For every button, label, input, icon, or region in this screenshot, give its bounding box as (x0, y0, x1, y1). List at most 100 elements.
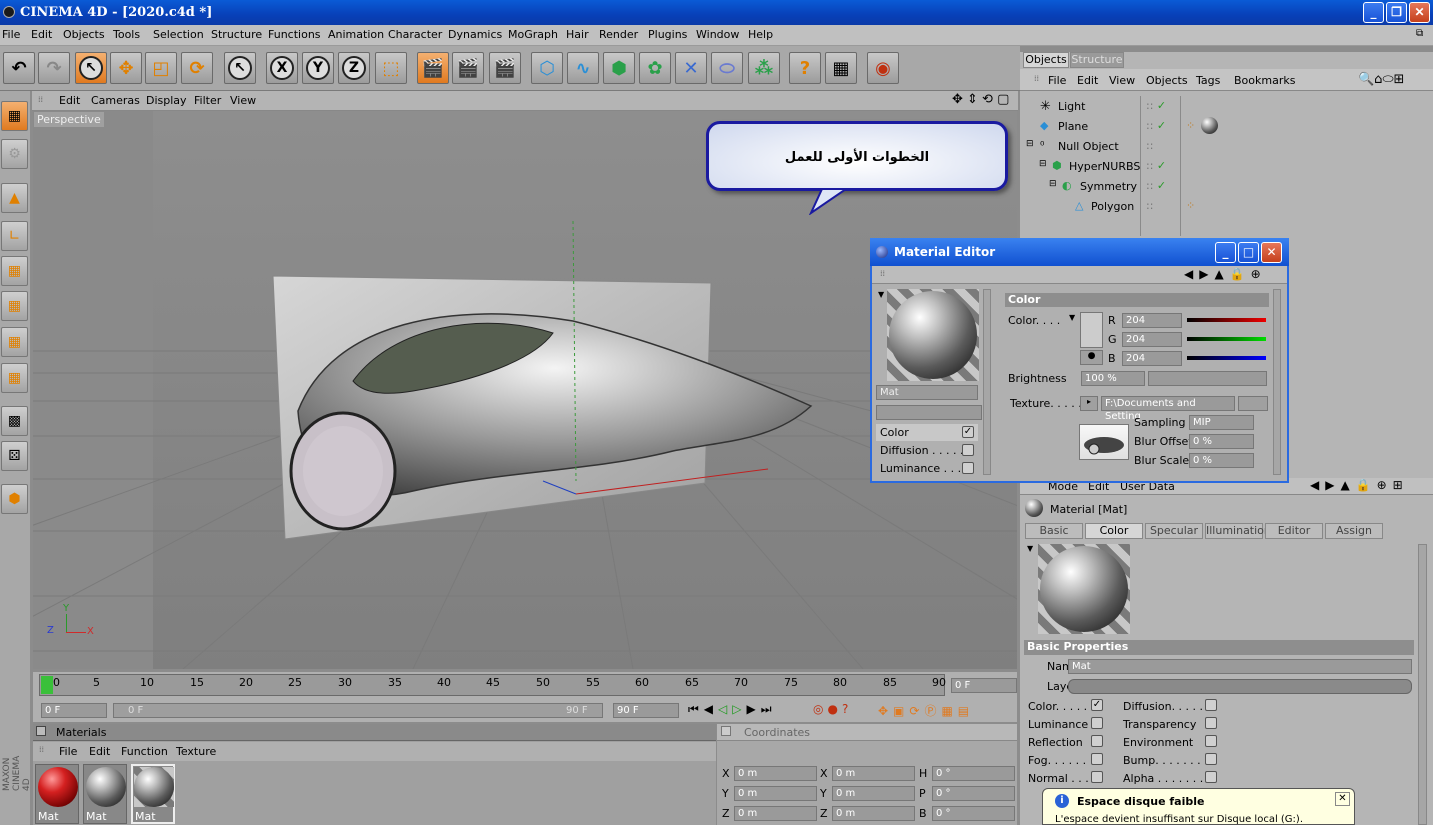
select-tool-icon[interactable]: ↖ (75, 52, 107, 84)
menu-render[interactable]: Render (599, 28, 638, 41)
rotate-tool-icon[interactable]: ⟳ (181, 52, 213, 84)
menu-mograph[interactable]: MoGraph (508, 28, 558, 41)
me-close-button[interactable]: ✕ (1261, 242, 1282, 263)
tab-objects[interactable]: Objects (1023, 52, 1069, 68)
content-browser-icon[interactable]: ▦ (825, 52, 857, 84)
expand-icon[interactable]: ⊟ (1039, 159, 1047, 169)
me-maximize-button[interactable]: □ (1238, 242, 1259, 263)
record-controls[interactable]: ◎●? (813, 702, 852, 716)
texture-menu-button[interactable]: ▸ (1080, 396, 1098, 411)
camera-light-icon[interactable]: ⁂ (748, 52, 780, 84)
render-region-icon[interactable]: 🎬 (452, 52, 484, 84)
tab-assign[interactable]: Assign (1325, 523, 1383, 539)
menu-help[interactable]: Help (748, 28, 773, 41)
material-editor-titlebar[interactable]: Material Editor _ □ ✕ (870, 238, 1289, 266)
obj-menu-edit[interactable]: Edit (1077, 74, 1098, 87)
attr-scrollbar[interactable] (1418, 544, 1427, 825)
menu-plugins[interactable]: Plugins (648, 28, 687, 41)
tab-color[interactable]: Color (1085, 523, 1143, 539)
menu-selection[interactable]: Selection (153, 28, 204, 41)
menu-edit[interactable]: Edit (31, 28, 52, 41)
expand-icon[interactable]: ⊟ (1026, 139, 1034, 149)
collapse-arrow-icon[interactable]: ▼ (878, 290, 884, 299)
use-model-icon[interactable]: ▦ (1, 101, 28, 131)
menu-structure[interactable]: Structure (211, 28, 262, 41)
me-channel-row-selected[interactable]: Color ✓ (876, 424, 978, 441)
animation-mode-icon[interactable]: ▦ (1, 363, 28, 393)
me-left-scrollbar[interactable] (983, 289, 991, 475)
material-swatch[interactable]: Mat (83, 764, 127, 824)
materials-menu-texture[interactable]: Texture (176, 745, 216, 758)
me-dropdown[interactable] (876, 405, 982, 420)
spline-icon[interactable]: ∿ (567, 52, 599, 84)
tree-row[interactable]: ◆ Plane :: ✓ ⁘ (1020, 117, 1433, 136)
texture-path-field[interactable]: F:\Documents and Setting (1101, 396, 1235, 422)
size-y-field[interactable]: 0 m (832, 786, 915, 801)
channel-checkbox[interactable]: ✓ (1091, 699, 1103, 711)
me-minimize-button[interactable]: _ (1215, 242, 1236, 263)
tree-row[interactable]: ⊟ ⁰ Null Object :: (1020, 138, 1433, 156)
b-slider[interactable] (1187, 356, 1266, 360)
polygons-mode-icon[interactable]: ▦ (1, 256, 28, 286)
texture-axis-icon[interactable]: ▦ (1, 327, 28, 357)
position-y-field[interactable]: 0 m (734, 786, 817, 801)
obj-menu-bookmarks[interactable]: Bookmarks (1234, 74, 1295, 87)
restore-button[interactable]: ❐ (1386, 2, 1407, 23)
tab-illumination[interactable]: Illumination (1205, 523, 1271, 539)
notification-close-icon[interactable]: ✕ (1335, 792, 1350, 806)
channel-checkbox[interactable] (1205, 771, 1217, 783)
use-object-icon[interactable]: ⚙ (1, 139, 28, 169)
visibility-dots[interactable]: :: (1146, 139, 1153, 152)
viewport-menu-filter[interactable]: Filter (194, 94, 221, 107)
start-frame-field[interactable]: 0 F (41, 703, 107, 718)
menu-objects[interactable]: Objects (63, 28, 105, 41)
coordinate-system-icon[interactable]: ⬚ (375, 52, 407, 84)
channel-checkbox[interactable] (1205, 735, 1217, 747)
viewport-menu-edit[interactable]: Edit (59, 94, 80, 107)
tab-editor[interactable]: Editor (1265, 523, 1323, 539)
me-channel-row[interactable]: Diffusion . . . . . (876, 442, 978, 459)
material-swatch[interactable]: Mat (35, 764, 79, 824)
channel-checkbox[interactable] (1091, 771, 1103, 783)
channel-check-row[interactable]: Diffusion. . . . . . (1123, 699, 1313, 717)
menu-file[interactable]: File (2, 28, 20, 41)
move-tool-icon[interactable]: ✥ (110, 52, 142, 84)
array-icon[interactable]: ✿ (639, 52, 671, 84)
viewport-menu-cameras[interactable]: Cameras (91, 94, 140, 107)
visibility-dots[interactable]: :: ✓ (1146, 179, 1166, 192)
rotation-h-field[interactable]: 0 ° (932, 766, 1015, 781)
visibility-dots[interactable]: :: (1146, 199, 1153, 212)
snap-icon[interactable]: ⚄ (1, 441, 28, 471)
tree-row[interactable]: ⊟ ◐ Symmetry :: ✓ (1020, 178, 1433, 196)
help-icon[interactable]: ? (789, 52, 821, 84)
cube-primitive-icon[interactable]: ⬡ (531, 52, 563, 84)
range-slider[interactable]: 0 F 90 F (113, 703, 603, 718)
channel-check-row[interactable]: Bump. . . . . . . (1123, 753, 1313, 771)
sculpt-icon[interactable]: ⬢ (1, 484, 28, 514)
menu-hair[interactable]: Hair (566, 28, 589, 41)
channel-check-row[interactable]: Alpha . . . . . . . (1123, 771, 1313, 789)
deformer-icon[interactable]: ✕ (675, 52, 707, 84)
internet-icon[interactable]: ◉ (867, 52, 899, 84)
y-axis-lock-icon[interactable]: Y (302, 52, 334, 84)
channel-checkbox[interactable] (1205, 699, 1217, 711)
nurbs-icon[interactable]: ⬢ (603, 52, 635, 84)
position-z-field[interactable]: 0 m (734, 806, 817, 821)
z-axis-lock-icon[interactable]: Z (338, 52, 370, 84)
materials-menu-function[interactable]: Function (121, 745, 168, 758)
materials-menu-file[interactable]: File (59, 745, 77, 758)
me-channel-checkbox[interactable] (962, 462, 974, 474)
channel-checkbox[interactable] (1205, 753, 1217, 765)
live-selection-icon[interactable]: ↖ (224, 52, 256, 84)
tab-structure[interactable]: Structure (1070, 52, 1124, 68)
timeline-playhead[interactable] (41, 676, 53, 694)
keyframe-controls[interactable]: ✥▣⟳Ⓟ▦▤ (878, 702, 974, 719)
texture-mode-icon[interactable]: ▦ (1, 291, 28, 321)
me-nav-icons[interactable]: ◀▶▲🔒⊕ (1184, 267, 1267, 281)
r-field[interactable]: 204 (1122, 313, 1182, 328)
edges-mode-icon[interactable]: ∟ (1, 221, 28, 251)
channel-check-row[interactable]: Transparency (1123, 717, 1313, 735)
r-slider[interactable] (1187, 318, 1266, 322)
me-channel-checkbox[interactable] (962, 444, 974, 456)
color-swatch[interactable] (1080, 312, 1103, 348)
